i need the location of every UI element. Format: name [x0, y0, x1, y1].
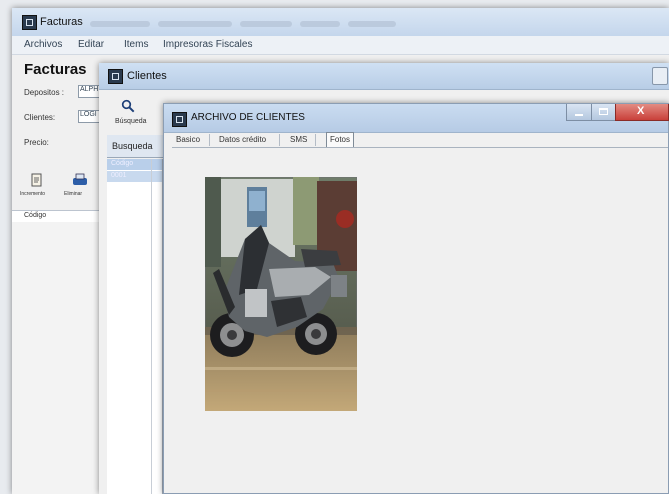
- photo-motorcycle: [205, 177, 357, 411]
- facturas-title: Facturas: [40, 16, 83, 28]
- clientes-label: Clientes:: [24, 113, 56, 122]
- facturas-titlebar[interactable]: Facturas: [12, 8, 669, 37]
- tab-separator: [209, 134, 210, 146]
- clientes-title: Clientes: [127, 70, 167, 82]
- archivo-title: ARCHIVO DE CLIENTES: [191, 112, 305, 123]
- tab-basico[interactable]: Basico: [176, 133, 200, 147]
- menu-archivos[interactable]: Archivos: [24, 39, 62, 50]
- tab-panel-border: [172, 147, 668, 148]
- archivo-titlebar[interactable]: ARCHIVO DE CLIENTES X: [164, 104, 669, 133]
- menu-bar: Archivos Editar Items Impresoras Fiscale…: [12, 36, 669, 55]
- eliminar-label: Eliminar: [64, 191, 83, 197]
- facturas-heading: Facturas: [24, 61, 87, 78]
- archivo-clientes-window: ARCHIVO DE CLIENTES X Basico Datos crédi…: [163, 103, 669, 494]
- print-icon: [73, 173, 87, 185]
- busqueda-tab-bar: Busqueda: [107, 135, 165, 158]
- titlebar-blur: [158, 21, 232, 27]
- depositos-label: Depositos :: [24, 88, 65, 97]
- close-button[interactable]: X: [615, 104, 669, 121]
- titlebar-blur: [348, 21, 396, 27]
- list-row-label: Código: [111, 160, 134, 167]
- close-icon: X: [637, 105, 645, 117]
- titlebar-blur: [300, 21, 340, 27]
- incremento-label: Incremento: [20, 191, 46, 197]
- minimize-icon: [575, 114, 583, 116]
- tab-separator: [279, 134, 280, 146]
- list-row-label: 0001: [111, 172, 127, 179]
- app-icon: [172, 112, 187, 127]
- tab-datos-credito[interactable]: Datos crédito: [219, 133, 266, 147]
- busqueda-label: Búsqueda: [115, 118, 147, 125]
- tab-fotos[interactable]: Fotos: [326, 132, 355, 147]
- list-row[interactable]: Código: [107, 159, 162, 170]
- titlebar-blur: [90, 21, 150, 27]
- list-header-codigo: Código: [24, 212, 47, 219]
- list-row[interactable]: 0001: [107, 171, 162, 182]
- clientes-list: Código 0001: [107, 159, 163, 494]
- facturas-list-area: [12, 222, 102, 494]
- clientes-scroll-edge: [652, 67, 668, 85]
- busqueda-button[interactable]: Búsqueda: [111, 99, 147, 129]
- maximize-icon: [599, 108, 608, 115]
- tab-separator: [315, 134, 316, 146]
- app-icon: [108, 69, 123, 84]
- eliminar-button[interactable]: Eliminar: [56, 171, 98, 201]
- app-icon: [22, 15, 37, 30]
- maximize-button[interactable]: [591, 104, 616, 121]
- titlebar-blur: [240, 21, 292, 27]
- incremento-button[interactable]: Incremento: [20, 171, 54, 201]
- precio-label: Precio:: [24, 138, 49, 147]
- menu-editar[interactable]: Editar: [78, 39, 104, 50]
- search-icon: [121, 99, 135, 113]
- tab-sms[interactable]: SMS: [290, 133, 307, 147]
- menu-impresoras-fiscales[interactable]: Impresoras Fiscales: [163, 39, 252, 50]
- minimize-button[interactable]: [566, 104, 592, 121]
- busqueda-tab[interactable]: Busqueda: [112, 141, 153, 151]
- list-divider: [151, 159, 152, 494]
- menu-items[interactable]: Items: [124, 39, 148, 50]
- document-icon: [31, 173, 42, 187]
- clientes-titlebar[interactable]: Clientes: [99, 63, 669, 90]
